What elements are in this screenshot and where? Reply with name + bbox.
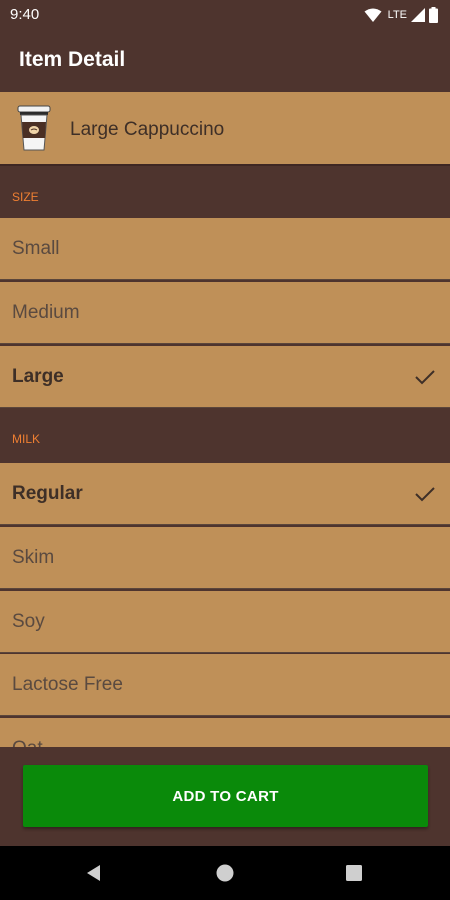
wifi-icon <box>364 8 382 22</box>
size-option-small[interactable]: Small <box>0 218 450 280</box>
network-type-label: LTE <box>387 9 407 21</box>
page-title: Item Detail <box>19 48 126 71</box>
milk-option-skim[interactable]: Skim <box>0 527 450 589</box>
recents-icon[interactable] <box>342 861 366 885</box>
size-option-large[interactable]: Large <box>0 346 450 408</box>
signal-icon <box>411 8 425 22</box>
checkmark-icon <box>415 370 435 385</box>
option-label: Large <box>12 366 64 387</box>
option-label: Soy <box>12 611 45 632</box>
app-bar: Item Detail <box>0 30 450 92</box>
coffee-cup-icon <box>17 105 51 151</box>
size-section-header: SIZE <box>0 166 450 218</box>
system-navigation-bar <box>0 846 450 900</box>
checkmark-icon <box>415 487 435 502</box>
home-icon[interactable] <box>213 861 237 885</box>
size-option-medium[interactable]: Medium <box>0 282 450 344</box>
option-label: Small <box>12 238 60 259</box>
milk-option-soy[interactable]: Soy <box>0 591 450 653</box>
option-label: Medium <box>12 302 80 323</box>
milk-option-oat[interactable]: Oat <box>0 718 450 747</box>
milk-section-header: MILK <box>0 408 450 460</box>
item-header: Large Cappuccino <box>0 92 450 166</box>
option-label: Lactose Free <box>12 674 123 695</box>
size-section-label: SIZE <box>12 190 39 204</box>
status-time: 9:40 <box>10 6 40 23</box>
item-options-list[interactable]: Large Cappuccino SIZE Small Medium Large… <box>0 92 450 747</box>
item-name: Large Cappuccino <box>70 119 225 140</box>
add-to-cart-button[interactable]: ADD TO CART <box>23 765 428 827</box>
item-detail-screen: 9:40 LTE Item Detail Large Cappuccino SI… <box>0 0 450 900</box>
bottom-action-bar: ADD TO CART <box>0 747 450 846</box>
back-icon[interactable] <box>82 861 106 885</box>
battery-icon <box>429 7 438 23</box>
milk-section-label: MILK <box>12 432 41 446</box>
milk-option-regular[interactable]: Regular <box>0 463 450 525</box>
milk-option-lactose-free[interactable]: Lactose Free <box>0 654 450 716</box>
option-label: Oat <box>12 738 43 747</box>
option-label: Skim <box>12 547 55 568</box>
status-bar: 9:40 LTE <box>0 0 450 30</box>
status-icons: LTE <box>364 6 438 24</box>
option-label: Regular <box>12 483 83 504</box>
